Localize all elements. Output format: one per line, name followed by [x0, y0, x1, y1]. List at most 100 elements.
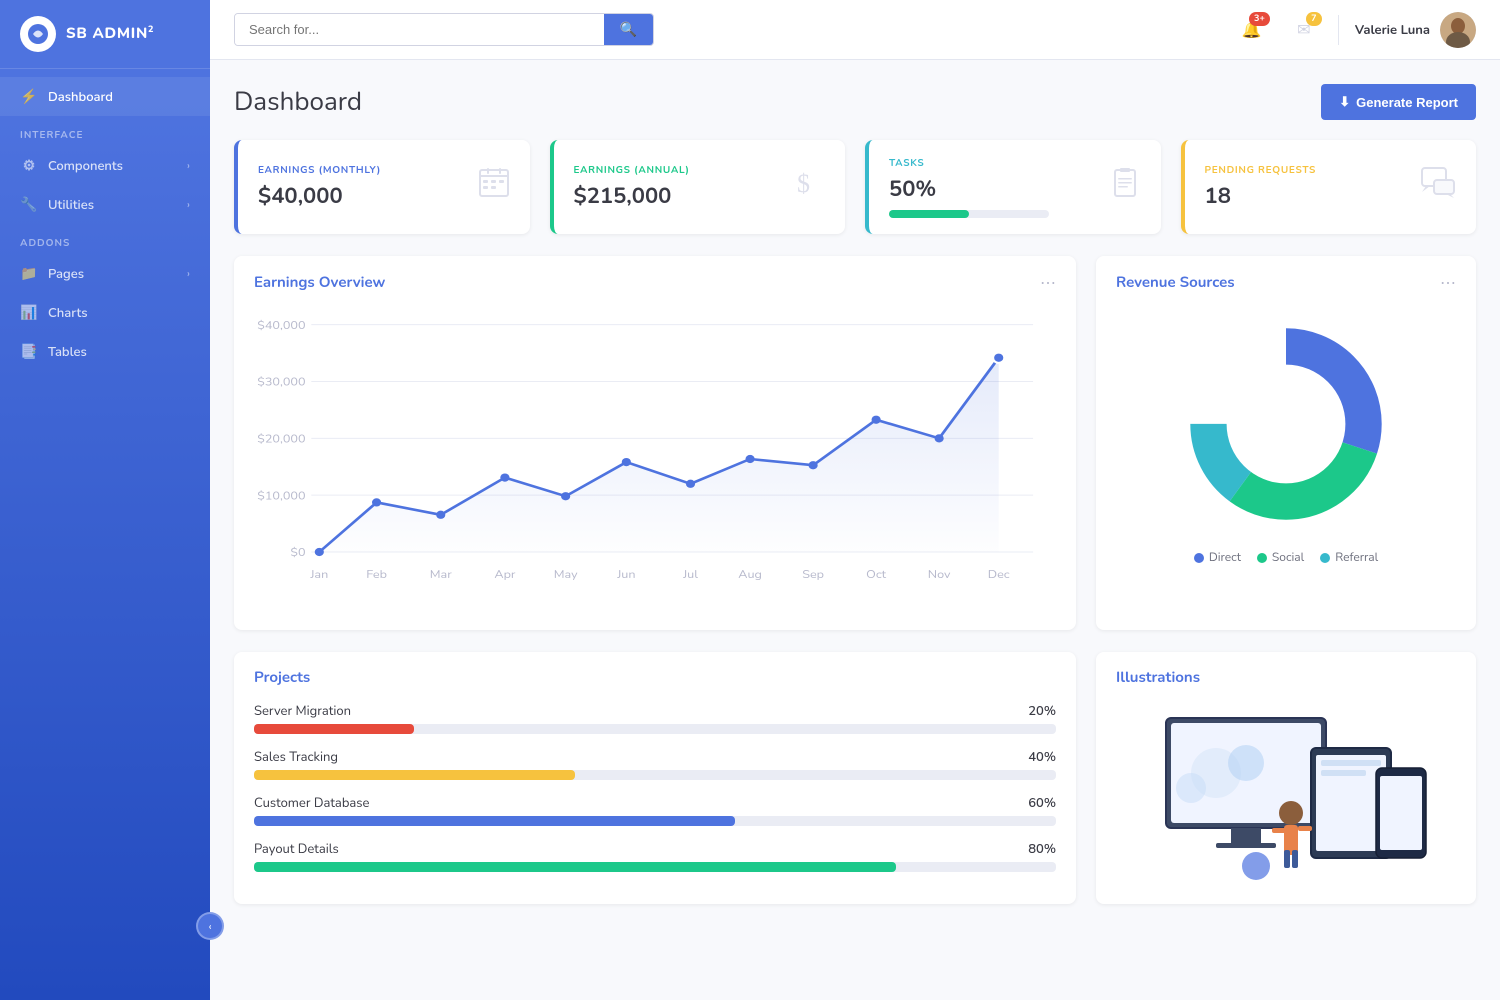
download-icon: ⬇	[1339, 94, 1350, 110]
svg-text:$20,000: $20,000	[257, 432, 305, 447]
card-earnings-monthly: EARNINGS (MONTHLY) $40,000	[234, 140, 530, 234]
project-item-payout-details: Payout Details 80%	[254, 840, 1056, 872]
search-icon: 🔍	[620, 21, 637, 37]
line-chart: $0 $10,000 $20,000 $30,000 $40,000	[254, 304, 1056, 614]
svg-text:Mar: Mar	[430, 567, 453, 582]
card-label: TASKS	[889, 156, 1109, 170]
topbar-right: 🔔 3+ ✉ 7 Valerie Luna	[1234, 12, 1476, 48]
main-content: 🔍 🔔 3+ ✉ 7 Valerie Luna	[210, 0, 1500, 1000]
user-menu[interactable]: Valerie Luna	[1355, 12, 1476, 48]
sidebar-item-label: Pages	[48, 265, 84, 283]
utilities-icon: 🔧	[20, 195, 38, 214]
revenue-sources-card: Revenue Sources ⋯	[1096, 256, 1476, 630]
dollar-icon: $	[793, 166, 825, 208]
content-header: Dashboard ⬇ Generate Report	[234, 84, 1476, 120]
project-progress-bar	[254, 862, 1056, 872]
svg-text:$30,000: $30,000	[257, 375, 305, 390]
card-value: 50%	[889, 174, 1109, 204]
sidebar-item-label: Utilities	[48, 196, 94, 214]
project-name: Customer Database	[254, 794, 369, 812]
sidebar-item-tables[interactable]: 📑 Tables	[0, 332, 210, 371]
chart-menu-icon[interactable]: ⋯	[1440, 272, 1456, 294]
sidebar-item-utilities[interactable]: 🔧 Utilities ›	[0, 185, 210, 224]
charts-icon: 📊	[20, 303, 38, 322]
svg-text:Apr: Apr	[494, 567, 516, 582]
svg-text:$10,000: $10,000	[257, 489, 305, 504]
project-item-customer-database: Customer Database 60%	[254, 794, 1056, 826]
sidebar-item-components[interactable]: ⚙ Components ›	[0, 146, 210, 185]
sidebar-item-label: Dashboard	[48, 88, 113, 106]
chevron-right-icon: ›	[187, 197, 190, 212]
project-progress-bar	[254, 770, 1056, 780]
legend-label-referral: Referral	[1335, 550, 1378, 566]
legend-label-social: Social	[1272, 550, 1304, 566]
sidebar-item-pages[interactable]: 📁 Pages ›	[0, 254, 210, 293]
search-bar: 🔍	[234, 13, 654, 46]
chevron-right-icon: ›	[187, 158, 190, 173]
legend-label-direct: Direct	[1209, 550, 1241, 566]
stats-cards: EARNINGS (MONTHLY) $40,000	[234, 140, 1476, 234]
charts-row: Earnings Overview ⋯ $0 $10,000 $2	[234, 256, 1476, 630]
messages-button[interactable]: ✉ 7	[1286, 12, 1322, 48]
donut-chart-svg	[1176, 314, 1396, 534]
card-tasks: TASKS 50%	[865, 140, 1161, 234]
project-progress-fill	[254, 724, 414, 734]
project-pct: 80%	[1028, 840, 1056, 858]
card-pending-requests: PENDING REQUESTS 18	[1181, 140, 1477, 234]
legend-dot-referral	[1320, 553, 1330, 563]
tables-icon: 📑	[20, 342, 38, 361]
earnings-overview-card: Earnings Overview ⋯ $0 $10,000 $2	[234, 256, 1076, 630]
topbar: 🔍 🔔 3+ ✉ 7 Valerie Luna	[210, 0, 1500, 60]
project-item-server-migration: Server Migration 20%	[254, 702, 1056, 734]
calendar-icon	[478, 166, 510, 208]
illustration-svg	[1136, 698, 1436, 888]
svg-text:$0: $0	[290, 546, 305, 561]
generate-report-button[interactable]: ⬇ Generate Report	[1321, 84, 1476, 120]
card-label: EARNINGS (ANNUAL)	[574, 163, 690, 177]
projects-title: Projects	[254, 668, 1056, 688]
bottom-row: Projects Server Migration 20% Sales Trac…	[234, 652, 1476, 904]
svg-text:Jul: Jul	[682, 567, 698, 582]
clipboard-icon	[1109, 166, 1141, 208]
sidebar-nav: ⚡ Dashboard INTERFACE ⚙ Components › 🔧 U…	[0, 69, 210, 1000]
illustration-area	[1116, 698, 1456, 888]
search-button[interactable]: 🔍	[604, 14, 653, 45]
avatar	[1440, 12, 1476, 48]
chart-menu-icon[interactable]: ⋯	[1040, 272, 1056, 294]
svg-text:Feb: Feb	[366, 567, 387, 582]
earnings-chart-title: Earnings Overview	[254, 273, 385, 293]
sidebar-section-addons: ADDONS	[0, 224, 210, 254]
sidebar-section-interface: INTERFACE	[0, 116, 210, 146]
pages-icon: 📁	[20, 264, 38, 283]
sidebar: SB ADMIN2 ⚡ Dashboard INTERFACE ⚙ Compon…	[0, 0, 210, 1000]
project-progress-fill	[254, 770, 575, 780]
svg-text:May: May	[554, 567, 578, 582]
project-progress-fill	[254, 816, 735, 826]
illustrations-title: Illustrations	[1116, 668, 1456, 688]
line-chart-svg: $0 $10,000 $20,000 $30,000 $40,000	[254, 304, 1056, 614]
project-pct: 60%	[1028, 794, 1056, 812]
sidebar-item-charts[interactable]: 📊 Charts	[0, 293, 210, 332]
sidebar-brand[interactable]: SB ADMIN2	[0, 0, 210, 69]
user-name: Valerie Luna	[1355, 21, 1430, 39]
card-value: $215,000	[574, 181, 690, 211]
notifications-button[interactable]: 🔔 3+	[1234, 12, 1270, 48]
sidebar-item-label: Components	[48, 157, 123, 175]
legend-referral: Referral	[1320, 550, 1378, 566]
project-item-sales-tracking: Sales Tracking 40%	[254, 748, 1056, 780]
sidebar-item-dashboard[interactable]: ⚡ Dashboard	[0, 77, 210, 116]
sidebar-collapse-button[interactable]: ‹	[196, 912, 224, 940]
svg-text:Jun: Jun	[616, 567, 635, 582]
notifications-badge: 3+	[1249, 12, 1270, 26]
comments-icon	[1420, 164, 1456, 210]
legend-direct: Direct	[1194, 550, 1241, 566]
card-label: EARNINGS (MONTHLY)	[258, 163, 381, 177]
project-progress-bar	[254, 816, 1056, 826]
search-input[interactable]	[235, 14, 604, 45]
svg-text:$40,000: $40,000	[257, 318, 305, 333]
svg-text:Oct: Oct	[866, 567, 887, 582]
card-value: 18	[1205, 181, 1317, 211]
projects-card: Projects Server Migration 20% Sales Trac…	[234, 652, 1076, 904]
sidebar-item-label: Tables	[48, 343, 87, 361]
svg-text:Jan: Jan	[309, 567, 328, 582]
